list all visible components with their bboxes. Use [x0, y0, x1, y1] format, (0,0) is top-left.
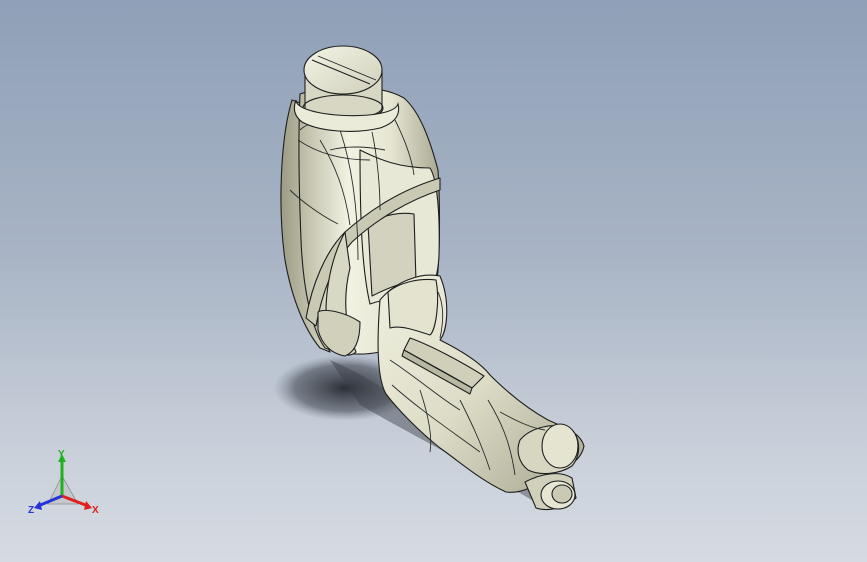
z-axis-head-icon — [34, 501, 42, 510]
3d-model-view[interactable] — [0, 0, 867, 562]
graphics-viewport[interactable]: Y X Z — [0, 0, 867, 562]
z-axis-label: Z — [28, 505, 35, 516]
handle-arm[interactable] — [377, 274, 585, 511]
x-axis-head-icon — [84, 501, 92, 510]
top-cylinder[interactable] — [293, 45, 400, 132]
x-axis-label: X — [92, 505, 99, 516]
orientation-triad: Y X Z — [26, 448, 104, 520]
y-axis-label: Y — [58, 449, 65, 460]
